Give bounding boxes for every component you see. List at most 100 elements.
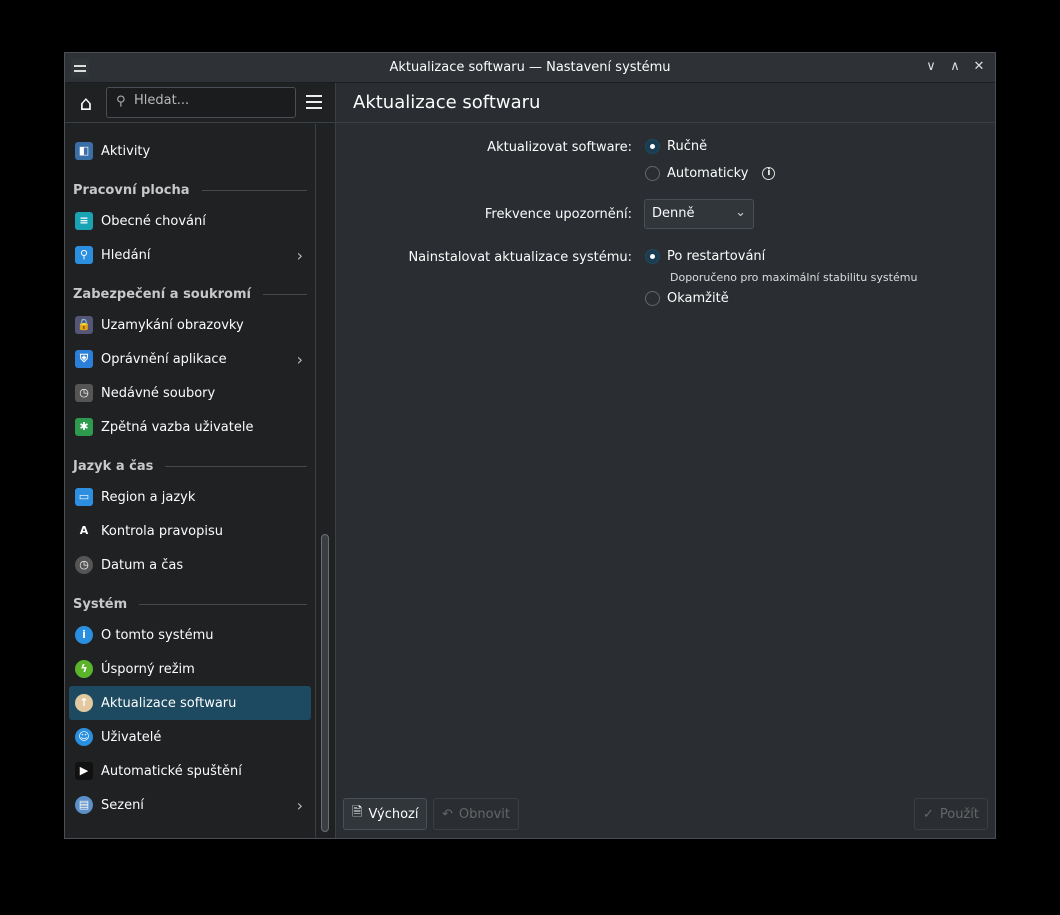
- sidebar-group-header: Pracovní plocha: [65, 168, 315, 204]
- sidebar-item-label: Sezení: [101, 797, 144, 813]
- sidebar-item-label: Aktivity: [101, 143, 151, 159]
- sidebar-item[interactable]: ✱ Zpětná vazba uživatele: [69, 410, 311, 444]
- sidebar-item-label: Nedávné soubory: [101, 385, 216, 401]
- maximize-button[interactable]: ∧: [947, 59, 963, 75]
- chevron-right-icon: ›: [296, 796, 303, 815]
- home-button[interactable]: ⌂: [75, 92, 97, 114]
- sidebar-item-partial[interactable]: [69, 124, 311, 134]
- sidebar-item-label: Oprávnění aplikace: [101, 351, 227, 367]
- search-input[interactable]: [134, 93, 284, 108]
- undo-icon: ↶: [442, 806, 453, 822]
- radio-immediately-label: Okamžitě: [667, 291, 729, 306]
- sidebar-item-icon: ⚲: [75, 246, 93, 264]
- sidebar-item-icon: ◷: [75, 556, 93, 574]
- update-label: Aktualizovat software:: [487, 140, 632, 155]
- sidebar-item[interactable]: ▶ Automatické spuštění: [69, 754, 311, 788]
- sidebar-item[interactable]: ▭ Region a jazyk: [69, 480, 311, 514]
- sidebar-item-icon: ▤: [75, 796, 93, 814]
- sidebar-item[interactable]: A Kontrola pravopisu: [69, 514, 311, 548]
- sidebar-item-label: Obecné chování: [101, 213, 206, 229]
- hamburger-menu-button[interactable]: [306, 95, 322, 109]
- radio-after-restart[interactable]: Po restartování: [645, 249, 765, 264]
- chevron-down-icon: ⌄: [735, 205, 746, 220]
- defaults-button[interactable]: 🗎 Výchozí: [343, 798, 428, 830]
- frequency-label: Frekvence upozornění:: [484, 207, 632, 222]
- radio-manual-label: Ručně: [667, 139, 708, 154]
- search-field[interactable]: ⚲: [106, 87, 296, 118]
- chevron-right-icon: ›: [296, 246, 303, 265]
- sidebar-item-icon: ϟ: [75, 660, 93, 678]
- radio-automatic[interactable]: Automaticky i: [645, 166, 776, 181]
- sidebar-item-label: Uzamykání obrazovky: [101, 317, 244, 333]
- sidebar-item-label: Aktualizace softwaru: [101, 695, 237, 711]
- sidebar-item-icon: i: [75, 626, 93, 644]
- divider: [165, 466, 307, 467]
- sidebar-item-label: Kontrola pravopisu: [101, 523, 223, 539]
- check-icon: ✓: [922, 806, 934, 822]
- reset-label: Obnovit: [458, 806, 510, 822]
- sidebar-item[interactable]: ⚲ Hledání ›: [69, 238, 311, 272]
- frequency-value: Denně: [652, 206, 695, 221]
- sidebar-group-header: Systém: [65, 582, 315, 618]
- sidebar-item[interactable]: ⛨ Oprávnění aplikace ›: [69, 342, 311, 376]
- document-icon: 🗎: [352, 805, 363, 820]
- sidebar-item-icon: ⛨: [75, 350, 93, 368]
- window-title: Aktualizace softwaru — Nastavení systému: [389, 60, 671, 75]
- apply-button[interactable]: ✓ Použít: [913, 798, 988, 830]
- divider: [201, 190, 307, 191]
- sidebar-item-icon: ▭: [75, 488, 93, 506]
- sidebar-item[interactable]: ◷ Datum a čas: [69, 548, 311, 582]
- sidebar-item-icon: ▶: [75, 762, 93, 780]
- chevron-right-icon: ›: [296, 350, 303, 369]
- search-icon: ⚲: [116, 94, 126, 109]
- sidebar-group-header: Zabezpečení a soukromí: [65, 272, 315, 308]
- activities-icon: ◧: [75, 142, 93, 160]
- divider: [139, 604, 307, 605]
- sidebar-item[interactable]: i O tomto systému: [69, 618, 311, 652]
- scrollbar[interactable]: [315, 124, 335, 838]
- group-title: Zabezpečení a soukromí: [73, 287, 251, 302]
- sidebar-item[interactable]: ◷ Nedávné soubory: [69, 376, 311, 410]
- group-title: Systém: [73, 597, 128, 612]
- info-icon[interactable]: i: [762, 167, 776, 180]
- sidebar-item-label: Úsporný režim: [101, 661, 195, 677]
- radio-immediately[interactable]: Okamžitě: [645, 291, 729, 306]
- sidebar-item-icon: ≡: [75, 212, 93, 230]
- frequency-select[interactable]: Denně ⌄: [644, 199, 754, 229]
- sidebar-item[interactable]: 🔒 Uzamykání obrazovky: [69, 308, 311, 342]
- divider: [262, 294, 307, 295]
- sidebar-item-icon: ✱: [75, 418, 93, 436]
- install-hint: Doporučeno pro maximální stabilitu systé…: [670, 271, 918, 284]
- sidebar-item-label: Hledání: [101, 247, 151, 263]
- sidebar-group-header: Jazyk a čas: [65, 444, 315, 480]
- sidebar-item-label: Datum a čas: [101, 557, 184, 573]
- sidebar-item-icon: A: [79, 524, 89, 537]
- radio-manual[interactable]: Ručně: [645, 139, 707, 154]
- sidebar-item-label: O tomto systému: [101, 627, 214, 643]
- radio-after-restart-label: Po restartování: [667, 249, 766, 264]
- minimize-button[interactable]: ∨: [923, 59, 939, 75]
- group-title: Pracovní plocha: [73, 183, 190, 198]
- apply-label: Použít: [939, 806, 979, 822]
- sidebar-item-label: Region a jazyk: [101, 489, 196, 505]
- sidebar-item[interactable]: ▤ Sezení ›: [69, 788, 311, 822]
- sidebar: ⌂ ⚲ ◧ Aktivity Pracovní plocha ≡ Obecné chov…: [65, 83, 336, 838]
- sidebar-item-icon: ↑: [75, 694, 93, 712]
- sidebar-item[interactable]: ↑ Aktualizace softwaru: [69, 686, 311, 720]
- page-title: Aktualizace softwaru: [336, 83, 995, 123]
- radio-automatic-label: Automaticky: [667, 166, 749, 181]
- title-bar: Aktualizace softwaru — Nastavení systému…: [65, 53, 995, 83]
- sidebar-item[interactable]: ☺ Uživatelé: [69, 720, 311, 754]
- sidebar-item-aktivity[interactable]: ◧ Aktivity: [69, 134, 311, 168]
- sidebar-item-icon: ◷: [75, 384, 93, 402]
- close-button[interactable]: ✕: [971, 59, 987, 75]
- install-label: Nainstalovat aktualizace systému:: [408, 250, 632, 265]
- sidebar-item-label: Automatické spuštění: [101, 763, 242, 779]
- reset-button[interactable]: ↶ Obnovit: [433, 798, 519, 830]
- sidebar-item[interactable]: ≡ Obecné chování: [69, 204, 311, 238]
- sidebar-list: ◧ Aktivity Pracovní plocha ≡ Obecné chování ⚲…: [65, 124, 315, 838]
- sidebar-item-icon: ☺: [75, 728, 93, 746]
- sidebar-item-label: Uživatelé: [101, 729, 162, 745]
- sidebar-item[interactable]: ϟ Úsporný režim: [69, 652, 311, 686]
- scrollbar-thumb[interactable]: [321, 534, 329, 832]
